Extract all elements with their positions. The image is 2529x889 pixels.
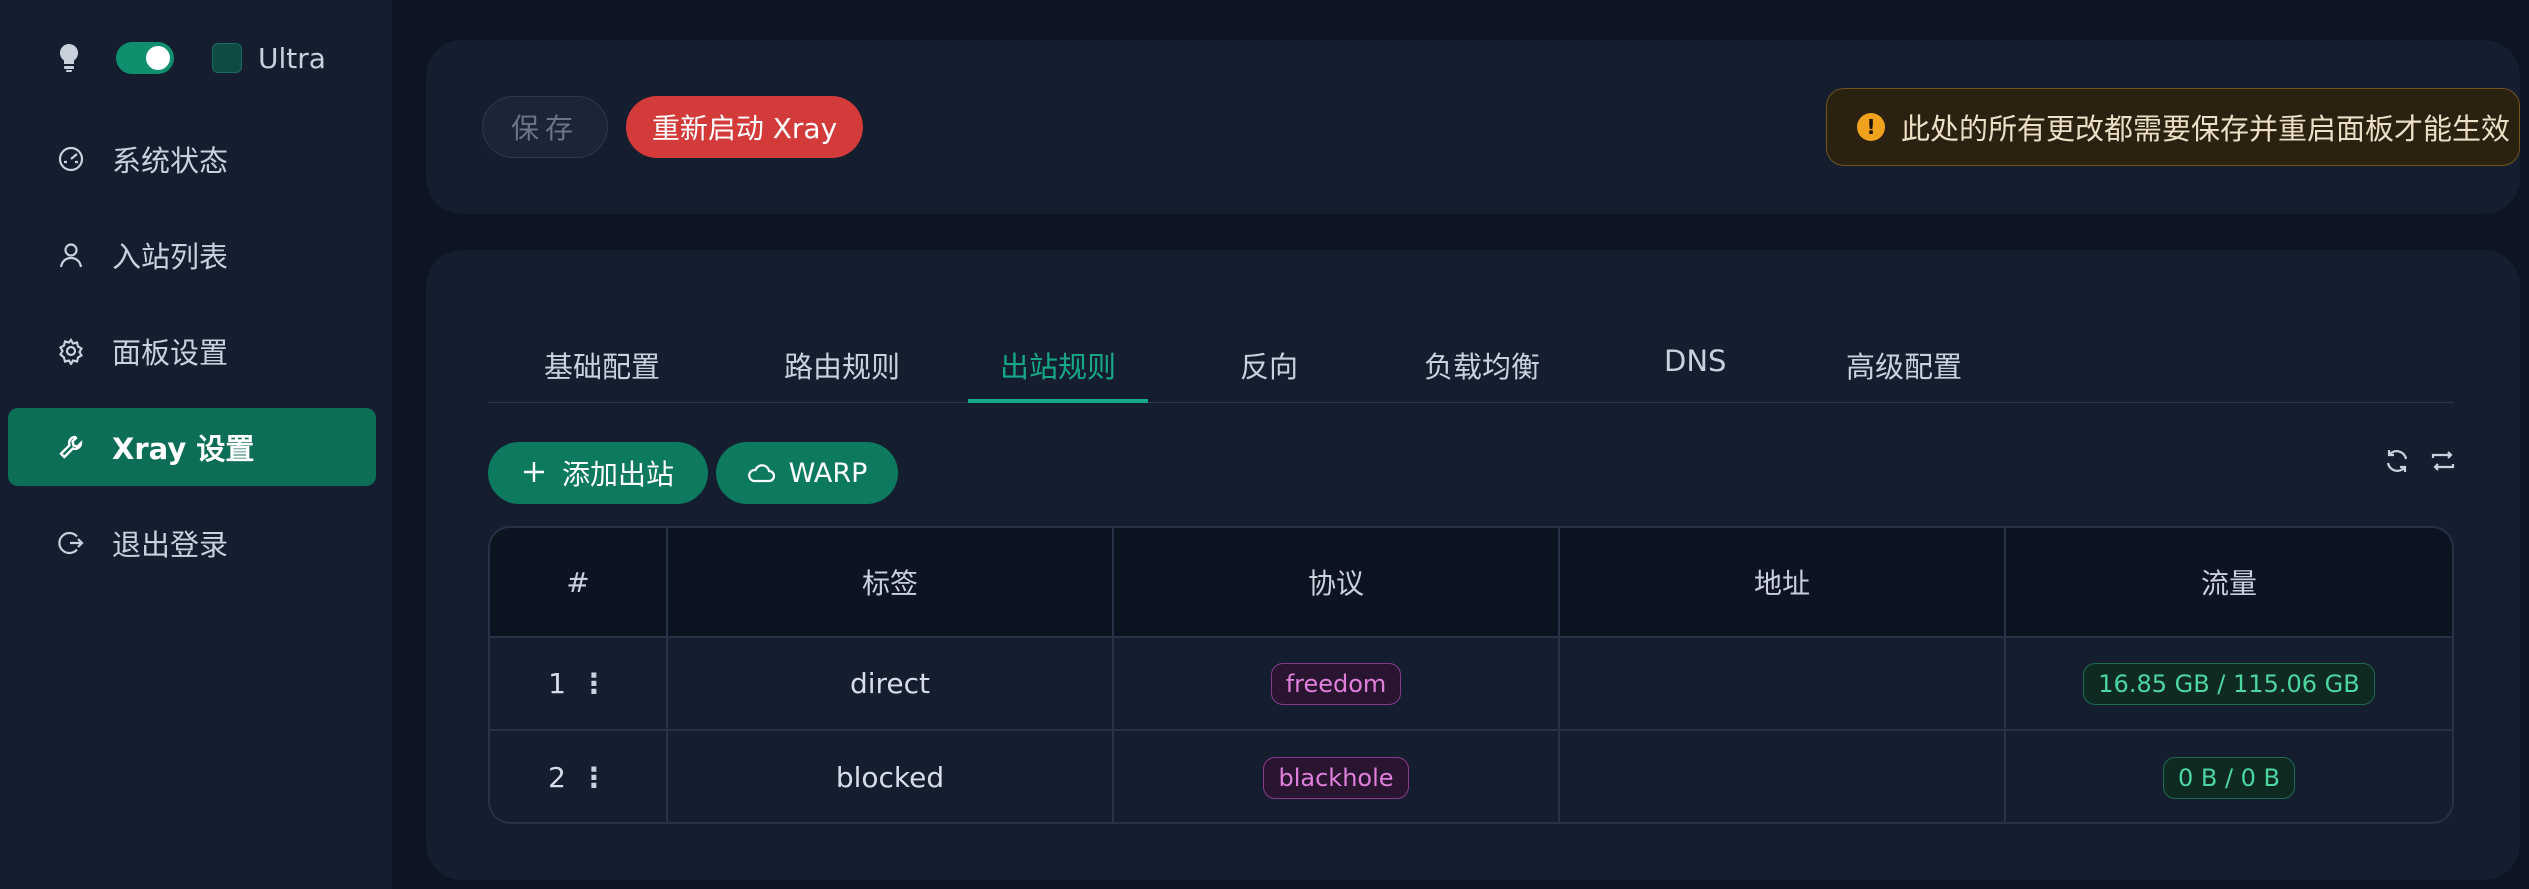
column-header-address: 地址 bbox=[1560, 528, 2006, 636]
row-index-cell: 1 ⋮ bbox=[490, 638, 668, 729]
notice-text: 此处的所有更改都需要保存并重启面板才能生效 bbox=[1901, 112, 2511, 146]
tag-cell: blocked bbox=[668, 731, 1114, 822]
add-outbound-button[interactable]: 添加出站 bbox=[488, 442, 708, 504]
table-row: 2 ⋮ blocked blackhole 0 B / 0 B bbox=[490, 731, 2452, 822]
column-header-tag: 标签 bbox=[668, 528, 1114, 636]
restart-notice: ! 此处的所有更改都需要保存并重启面板才能生效 bbox=[1826, 88, 2520, 166]
dashboard-icon bbox=[56, 144, 86, 174]
sidebar-item-label: 退出登录 bbox=[112, 528, 229, 562]
tag-cell: direct bbox=[668, 638, 1114, 729]
dark-mode-toggle[interactable] bbox=[116, 42, 174, 74]
warp-button[interactable]: WARP bbox=[716, 442, 898, 504]
tab-advanced-config[interactable]: 高级配置 bbox=[1846, 336, 1962, 402]
row-index-cell: 2 ⋮ bbox=[490, 731, 668, 822]
cloud-icon bbox=[747, 462, 775, 484]
column-header-protocol: 协议 bbox=[1114, 528, 1560, 636]
sidebar-item-inbounds[interactable]: 入站列表 bbox=[8, 216, 376, 294]
row-number: 1 bbox=[548, 667, 566, 700]
restart-xray-button[interactable]: 重新启动 Xray bbox=[626, 96, 863, 158]
column-header-index: # bbox=[490, 528, 668, 636]
sidebar-item-label: 系统状态 bbox=[112, 144, 229, 178]
table-header: # 标签 协议 地址 流量 bbox=[490, 528, 2452, 638]
sidebar-item-panel-settings[interactable]: 面板设置 bbox=[8, 312, 376, 390]
traffic-cell: 0 B / 0 B bbox=[2006, 731, 2452, 822]
tab-reverse[interactable]: 反向 bbox=[1240, 336, 1298, 402]
logout-icon bbox=[56, 528, 86, 558]
column-header-traffic: 流量 bbox=[2200, 567, 2257, 600]
sidebar-item-label: Xray 设置 bbox=[112, 432, 255, 466]
save-toolbar-card: 保存 重新启动 Xray ! 此处的所有更改都需要保存并重启面板才能生效 bbox=[426, 40, 2520, 214]
protocol-cell: freedom bbox=[1114, 638, 1560, 729]
outbounds-table: # 标签 协议 地址 流量 1 ⋮ direct freedom 16.85 G… bbox=[488, 526, 2454, 824]
sidebar-item-logout[interactable]: 退出登录 bbox=[8, 504, 376, 582]
add-outbound-label: 添加出站 bbox=[561, 458, 674, 491]
address-cell bbox=[1560, 731, 2006, 822]
save-button[interactable]: 保存 bbox=[482, 96, 608, 158]
ultra-checkbox[interactable] bbox=[212, 43, 242, 73]
row-number: 2 bbox=[548, 761, 566, 794]
lightbulb-icon[interactable] bbox=[56, 42, 82, 74]
table-row: 1 ⋮ direct freedom 16.85 GB / 115.06 GB bbox=[490, 638, 2452, 731]
sidebar-item-label: 面板设置 bbox=[112, 336, 229, 370]
tab-load-balancing[interactable]: 负载均衡 bbox=[1424, 336, 1540, 402]
settings-tabs: 基础配置 路由规则 出站规则 反向 负载均衡 DNS 高级配置 bbox=[488, 336, 2454, 403]
swap-icon[interactable] bbox=[2428, 446, 2458, 476]
traffic-cell: 16.85 GB / 115.06 GB bbox=[2006, 638, 2452, 729]
more-actions-icon[interactable]: ⋮ bbox=[580, 761, 608, 794]
wrench-icon bbox=[56, 432, 86, 462]
tab-outbound-rules[interactable]: 出站规则 bbox=[967, 336, 1149, 403]
protocol-badge: blackhole bbox=[1263, 756, 1409, 799]
gear-icon bbox=[56, 336, 86, 366]
tab-dns[interactable]: DNS bbox=[1664, 336, 1726, 402]
traffic-badge: 0 B / 0 B bbox=[2162, 756, 2296, 799]
sidebar-menu: 系统状态 入站列表 面板设置 Xray 设置 退出登录 bbox=[8, 120, 376, 600]
xray-settings-card: 基础配置 路由规则 出站规则 反向 负载均衡 DNS 高级配置 添加出站 WAR… bbox=[426, 250, 2520, 880]
traffic-badge: 16.85 GB / 115.06 GB bbox=[2083, 662, 2375, 705]
sidebar-item-xray-settings[interactable]: Xray 设置 bbox=[8, 408, 376, 486]
refresh-icon[interactable] bbox=[2382, 446, 2412, 476]
ultra-label: Ultra bbox=[258, 41, 326, 75]
warp-label: WARP bbox=[788, 457, 868, 489]
warning-icon: ! bbox=[1857, 113, 1885, 141]
plus-icon bbox=[522, 456, 546, 490]
user-icon bbox=[56, 240, 86, 270]
sidebar: Ultra 系统状态 入站列表 面板设置 Xray 设置 退出登录 bbox=[0, 0, 392, 889]
more-actions-icon[interactable]: ⋮ bbox=[580, 667, 608, 700]
sidebar-item-label: 入站列表 bbox=[112, 240, 229, 274]
tab-basic-config[interactable]: 基础配置 bbox=[544, 336, 660, 402]
protocol-badge: freedom bbox=[1270, 662, 1402, 705]
tab-routing-rules[interactable]: 路由规则 bbox=[784, 336, 900, 402]
address-cell bbox=[1560, 638, 2006, 729]
protocol-cell: blackhole bbox=[1114, 731, 1560, 822]
theme-controls: Ultra bbox=[56, 36, 326, 80]
sidebar-item-system-status[interactable]: 系统状态 bbox=[8, 120, 376, 198]
